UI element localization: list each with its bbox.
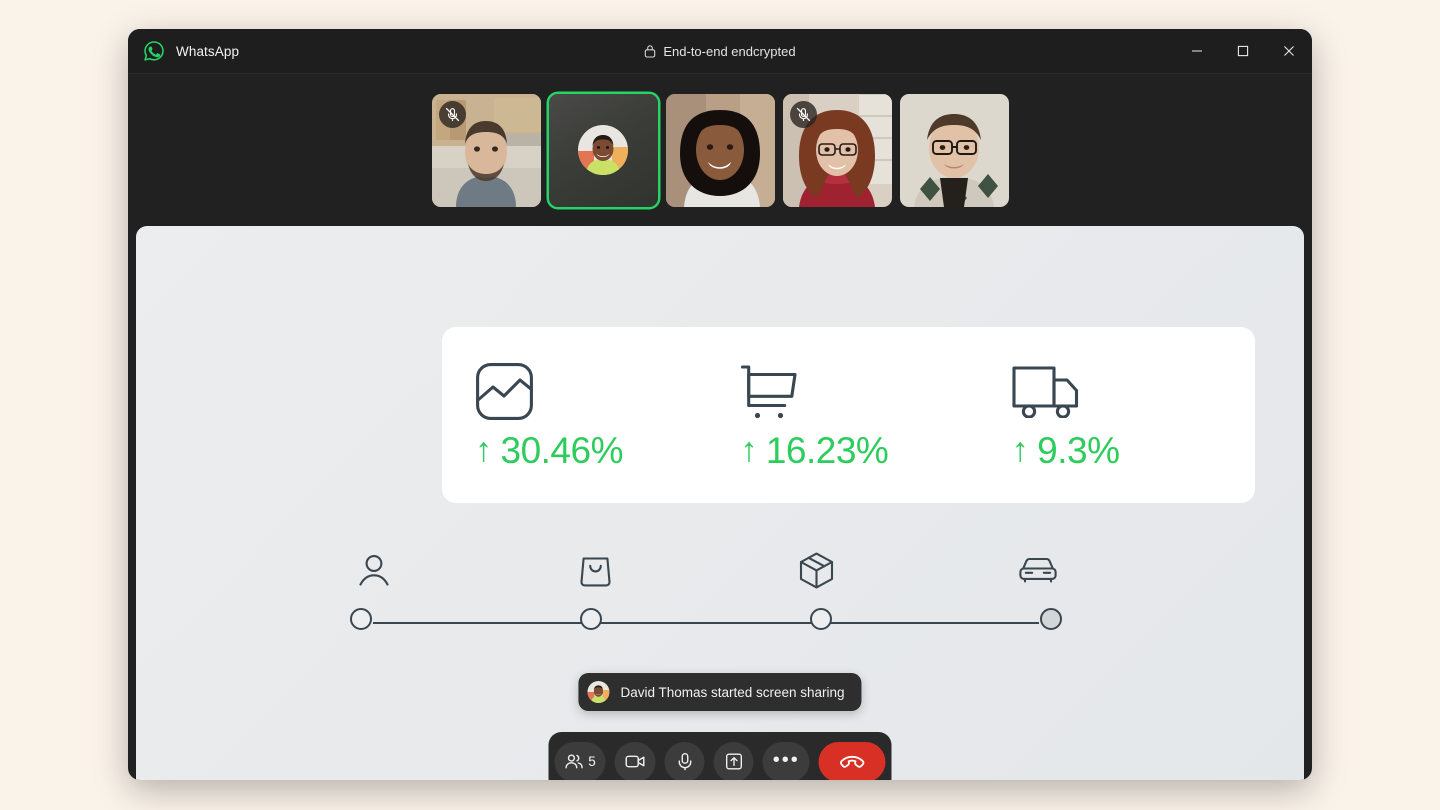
metric-item: ↑ 9.3% — [984, 362, 1255, 469]
close-button[interactable] — [1266, 29, 1312, 73]
participant-tile[interactable] — [665, 93, 775, 207]
avatar — [578, 125, 628, 175]
participant-count: 5 — [588, 754, 596, 769]
lock-icon — [644, 44, 656, 58]
maximize-button[interactable] — [1220, 29, 1266, 73]
minimize-button[interactable] — [1174, 29, 1220, 73]
shopping-bag-icon — [571, 554, 619, 587]
avatar — [587, 681, 610, 703]
encryption-label: End-to-end endcrypted — [663, 43, 796, 59]
stepper-nodes — [350, 608, 1062, 630]
title-bar: WhatsApp End-to-end endcrypted — [128, 29, 1312, 74]
participant-tile[interactable] — [431, 93, 541, 207]
package-box-icon — [793, 552, 841, 589]
whatsapp-window: WhatsApp End-to-end endcrypted ↑ 30.46% … — [128, 29, 1312, 780]
person-icon — [350, 554, 398, 587]
trend-up-arrow-icon: ↑ — [740, 431, 757, 469]
metric-item: ↑ 30.46% — [442, 362, 718, 469]
image-chart-icon — [475, 362, 534, 422]
journey-stepper — [350, 546, 1062, 641]
share-screen-icon — [724, 752, 743, 771]
video-camera-icon — [625, 751, 646, 772]
call-control-bar: 5 ••• — [548, 732, 892, 780]
stepper-node[interactable] — [810, 608, 832, 630]
camera-button[interactable] — [614, 741, 656, 780]
more-options-button[interactable]: ••• — [762, 741, 810, 780]
shared-screen-stage: ↑ 30.46% ↑ 16.23% ↑ 9.3% David Thomas st… — [136, 226, 1304, 780]
metric-value-group: ↑ 30.46% — [475, 432, 623, 469]
window-controls — [1174, 29, 1312, 73]
trend-up-arrow-icon: ↑ — [475, 431, 492, 469]
participant-strip — [128, 74, 1312, 226]
trend-up-arrow-icon: ↑ — [1011, 431, 1029, 469]
car-icon — [1014, 557, 1062, 584]
app-title: WhatsApp — [176, 43, 240, 59]
stepper-icons — [350, 546, 1062, 594]
title-bar-left: WhatsApp — [128, 40, 239, 62]
metrics-card: ↑ 30.46% ↑ 16.23% ↑ 9.3% — [442, 327, 1255, 503]
participants-button[interactable]: 5 — [554, 741, 606, 780]
end-call-button[interactable] — [818, 741, 886, 780]
whatsapp-logo-icon — [143, 40, 165, 62]
encryption-indicator: End-to-end endcrypted — [128, 44, 1312, 59]
participant-tile[interactable] — [782, 93, 892, 207]
stepper-node[interactable] — [350, 608, 372, 630]
metric-value-group: ↑ 16.23% — [740, 432, 888, 469]
microphone-button[interactable] — [664, 741, 705, 780]
people-icon — [564, 752, 583, 771]
shopping-cart-icon — [740, 362, 798, 422]
metric-value: 16.23% — [765, 429, 889, 471]
metric-value: 30.46% — [500, 429, 624, 471]
screen-share-toast: David Thomas started screen sharing — [578, 673, 862, 711]
metric-value: 9.3% — [1037, 429, 1120, 471]
toast-message: David Thomas started screen sharing — [620, 684, 845, 700]
stepper-node[interactable] — [1040, 608, 1062, 630]
metric-value-group: ↑ 9.3% — [1012, 432, 1120, 469]
delivery-truck-icon — [1012, 362, 1080, 422]
end-call-icon — [839, 748, 866, 775]
participant-tile[interactable] — [899, 93, 1009, 207]
muted-mic-badge — [789, 100, 817, 128]
metric-item: ↑ 16.23% — [718, 362, 983, 469]
participant-tile[interactable] — [548, 93, 658, 207]
stepper-node[interactable] — [580, 608, 602, 630]
muted-mic-badge — [438, 100, 466, 128]
microphone-icon — [675, 752, 694, 771]
share-screen-button[interactable] — [713, 741, 754, 780]
